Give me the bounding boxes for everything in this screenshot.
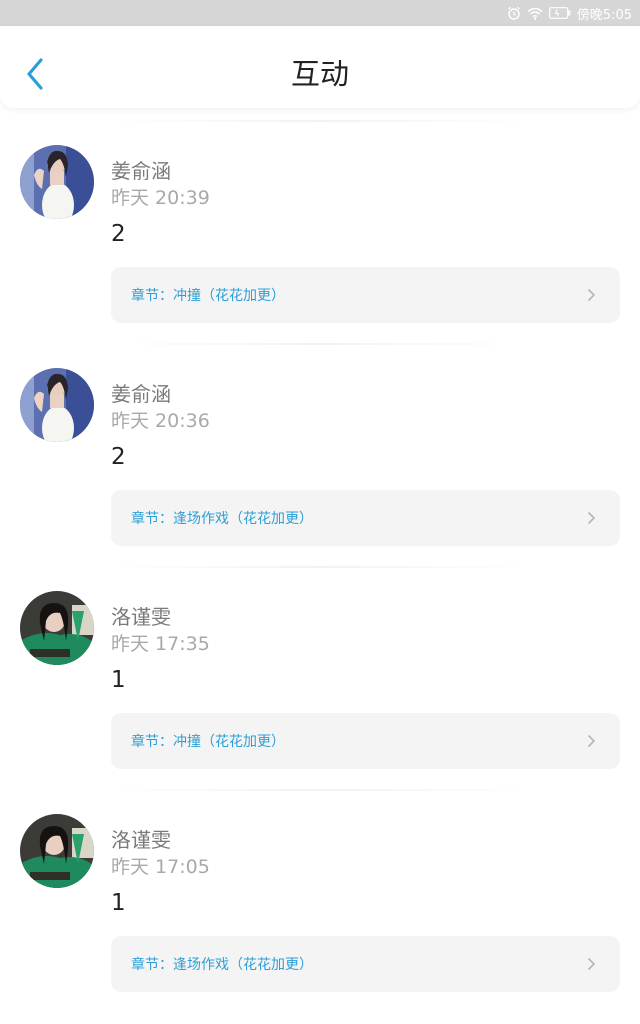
- status-bar: 傍晚5:05: [0, 0, 640, 26]
- alarm-icon: [507, 6, 521, 20]
- status-time: 傍晚5:05: [576, 7, 632, 23]
- chevron-right-icon: [587, 957, 596, 971]
- divider: [110, 566, 530, 568]
- interaction-content: 1: [111, 667, 126, 693]
- interaction-list: 姜俞涵 昨天 20:39 2 章节：冲撞（花花加更） 姜俞涵 昨天 20:36 …: [0, 108, 640, 1000]
- avatar[interactable]: [20, 368, 94, 442]
- header-bar: 互动: [0, 26, 640, 108]
- list-item: 洛谨雯 昨天 17:05 1 章节：逢场作戏（花花加更）: [0, 777, 640, 1000]
- avatar[interactable]: [20, 145, 94, 219]
- chapter-link[interactable]: 章节：冲撞（花花加更）: [111, 267, 620, 323]
- timestamp: 昨天 17:35: [111, 633, 210, 655]
- divider: [110, 120, 530, 122]
- user-name[interactable]: 洛谨雯: [111, 827, 171, 853]
- timestamp: 昨天 17:05: [111, 856, 210, 878]
- user-name[interactable]: 姜俞涵: [111, 381, 171, 407]
- chapter-label: 章节：冲撞（花花加更）: [131, 288, 285, 304]
- chevron-right-icon: [587, 734, 596, 748]
- chapter-link[interactable]: 章节：逢场作戏（花花加更）: [111, 936, 620, 992]
- chapter-label: 章节：逢场作戏（花花加更）: [131, 511, 313, 527]
- timestamp: 昨天 20:39: [111, 187, 210, 209]
- chapter-link[interactable]: 章节：逢场作戏（花花加更）: [111, 490, 620, 546]
- list-item: 姜俞涵 昨天 20:39 2 章节：冲撞（花花加更）: [0, 108, 640, 331]
- divider: [110, 343, 530, 345]
- user-name[interactable]: 姜俞涵: [111, 158, 171, 184]
- chevron-right-icon: [587, 511, 596, 525]
- chapter-link[interactable]: 章节：冲撞（花花加更）: [111, 713, 620, 769]
- interaction-content: 2: [111, 221, 126, 247]
- chapter-label: 章节：逢场作戏（花花加更）: [131, 957, 313, 973]
- timestamp: 昨天 20:36: [111, 410, 210, 432]
- list-item: 洛谨雯 昨天 17:35 1 章节：冲撞（花花加更）: [0, 554, 640, 777]
- avatar[interactable]: [20, 814, 94, 888]
- user-name[interactable]: 洛谨雯: [111, 604, 171, 630]
- chevron-right-icon: [587, 288, 596, 302]
- interaction-content: 2: [111, 444, 126, 470]
- avatar[interactable]: [20, 591, 94, 665]
- interaction-content: 1: [111, 890, 126, 916]
- page-title: 互动: [290, 57, 349, 91]
- battery-icon: [548, 7, 571, 19]
- list-item: 姜俞涵 昨天 20:36 2 章节：逢场作戏（花花加更）: [0, 331, 640, 554]
- chapter-label: 章节：冲撞（花花加更）: [131, 734, 285, 750]
- wifi-icon: [527, 7, 543, 20]
- divider: [110, 789, 530, 791]
